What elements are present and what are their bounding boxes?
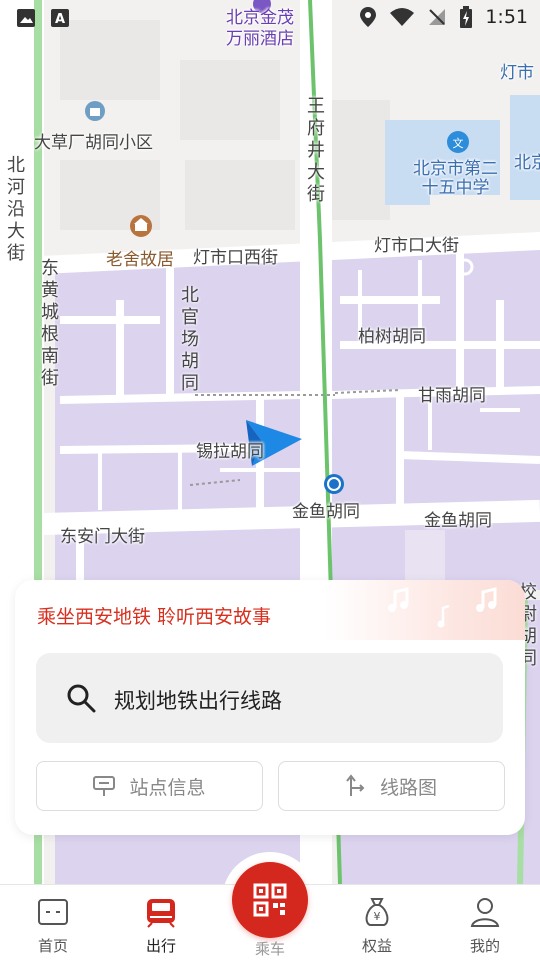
school-poi-icon: 文	[447, 131, 469, 153]
map-label-baishu: 柏树胡同	[358, 327, 426, 347]
map-label-jinyu-station[interactable]: 金鱼胡同	[292, 497, 360, 522]
map-label-donganmen: 东安门大街	[60, 527, 145, 547]
route-icon	[346, 774, 365, 796]
status-bar: A 1:51	[0, 0, 540, 36]
music-note-icon	[388, 587, 409, 612]
map-label-xila: 锡拉胡同	[196, 442, 264, 462]
map-label-beiguanchang: 北官场胡同	[181, 285, 199, 394]
map-label-school[interactable]: 北京市第二 十五中学	[413, 160, 498, 198]
tab-benefits[interactable]: ¥ 权益	[332, 895, 422, 956]
svg-text:¥: ¥	[374, 910, 381, 923]
map-label-ganyu: 甘雨胡同	[418, 386, 486, 406]
tab-mine[interactable]: 我的	[440, 895, 530, 956]
line-map-label: 线路图	[379, 776, 437, 799]
tab-benefits-label: 权益	[361, 937, 392, 955]
map-label-laoshe[interactable]: 老舍故居	[106, 245, 174, 270]
map-label-dengshikou-west: 灯市口西街	[193, 248, 278, 268]
money-bag-icon: ¥	[365, 898, 389, 926]
search-icon	[67, 684, 96, 713]
music-note-icon-2	[437, 604, 450, 628]
line-map-button[interactable]: 线路图	[278, 761, 505, 811]
signboard-icon	[93, 776, 116, 796]
map-label-library[interactable]: 灯市	[500, 58, 534, 83]
map-label-jinyu: 金鱼胡同	[424, 511, 492, 531]
ride-qr-button[interactable]	[232, 862, 308, 938]
tab-home-label: 首页	[37, 937, 68, 955]
route-search-box[interactable]: 规划地铁出行线路	[36, 653, 503, 743]
card-slogan: 乘坐西安地铁 聆听西安故事	[37, 606, 272, 628]
search-text: 规划地铁出行线路	[114, 689, 282, 713]
map-label-school-right[interactable]: 北京	[514, 148, 540, 173]
gallery-icon	[17, 9, 35, 27]
user-icon	[470, 898, 500, 927]
map-label-residential[interactable]: 大草厂胡同小区	[34, 128, 153, 153]
qr-code-icon	[253, 883, 287, 917]
status-time: 1:51	[485, 6, 528, 28]
tab-mine-label: 我的	[469, 937, 500, 955]
music-note-icon-3	[476, 587, 497, 612]
train-icon	[147, 899, 175, 928]
map-label-donghuangcheng: 东黄城根南街	[41, 258, 59, 389]
location-pin-icon	[360, 7, 377, 27]
svg-text:文: 文	[453, 136, 464, 150]
battery-charging-icon	[460, 6, 473, 28]
station-info-label: 站点信息	[129, 776, 206, 799]
svg-text:A: A	[55, 12, 65, 27]
metro-card: 乘坐西安地铁 聆听西安故事 规划地铁出行线路 站点信息 线路图	[15, 580, 525, 835]
wifi-icon	[390, 8, 415, 26]
station-info-button[interactable]: 站点信息	[36, 761, 263, 811]
tab-travel[interactable]: 出行	[116, 895, 206, 956]
metro-station-icon	[324, 474, 344, 494]
map-label-wangfujing: 王府井大街	[307, 96, 325, 205]
home-icon	[38, 899, 68, 925]
map-label-dengshikou: 灯市口大街	[374, 236, 459, 256]
tab-home[interactable]: 首页	[8, 895, 98, 956]
tab-travel-label: 出行	[145, 937, 176, 955]
tab-ride-label: 乘车	[254, 940, 285, 958]
residential-poi-icon	[85, 101, 105, 121]
map-label-beiheyan: 北河沿大街	[7, 155, 25, 264]
font-icon: A	[51, 9, 69, 27]
museum-poi-icon	[130, 215, 152, 237]
no-signal-icon	[429, 9, 446, 25]
